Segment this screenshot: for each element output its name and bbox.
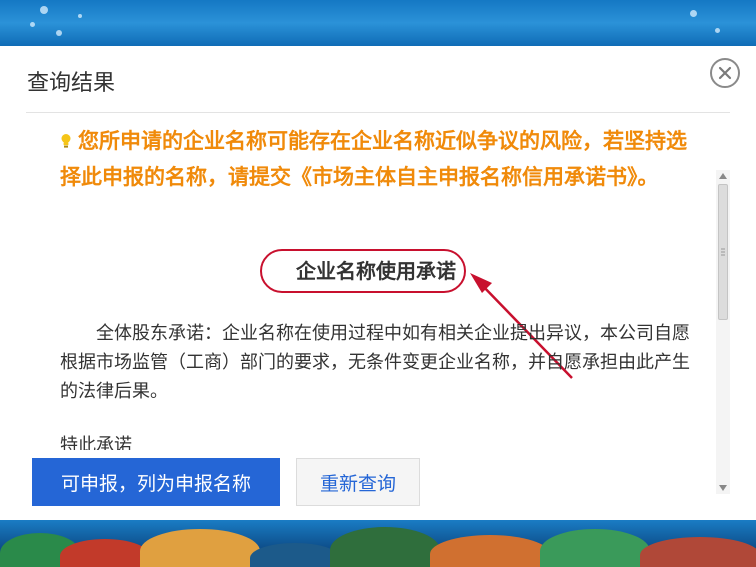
content-scrollbar[interactable] <box>716 170 730 494</box>
close-button[interactable] <box>710 58 740 88</box>
requery-button[interactable]: 重新查询 <box>296 458 420 506</box>
close-icon <box>718 66 732 80</box>
lightbulb-icon <box>61 134 71 148</box>
pledge-next-heading: 特此承诺 <box>60 435 132 450</box>
risk-notice-text: 您所申请的企业名称可能存在企业名称近似争议的风险，若坚持选择此申报的名称，请提交… <box>60 129 687 189</box>
background-ocean-top <box>0 0 756 46</box>
risk-notice: 您所申请的企业名称可能存在企业名称近似争议的风险，若坚持选择此申报的名称，请提交… <box>60 123 696 195</box>
dialog-header: 查询结果 <box>0 46 756 112</box>
scroll-down-arrow-icon[interactable] <box>716 482 730 494</box>
scroll-up-arrow-icon[interactable] <box>716 170 730 182</box>
pledge-body: 全体股东承诺：企业名称在使用过程中如有相关企业提出异议，本公司自愿根据市场监管（… <box>60 323 690 402</box>
register-name-button[interactable]: 可申报，列为申报名称 <box>32 458 280 506</box>
scroll-thumb[interactable] <box>718 184 728 320</box>
query-result-dialog: 查询结果 您所申请的企业名称可能存在企业名称近似争议的风险，若坚持选择此申报的名… <box>0 46 756 520</box>
grip-icon <box>721 248 725 256</box>
background-coral-reef <box>0 520 756 567</box>
dialog-content: 您所申请的企业名称可能存在企业名称近似争议的风险，若坚持选择此申报的名称，请提交… <box>26 113 730 450</box>
highlight-oval <box>260 249 466 293</box>
dialog-title: 查询结果 <box>27 71 116 96</box>
